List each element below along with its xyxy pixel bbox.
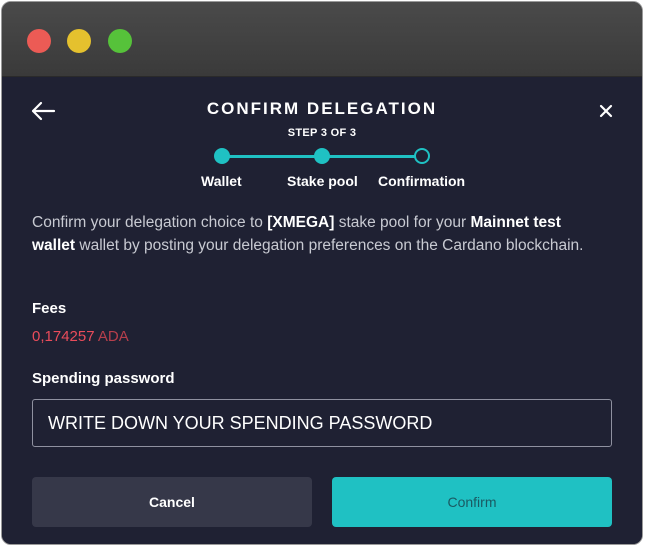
fees-unit: ADA <box>97 328 129 345</box>
close-button[interactable] <box>598 103 614 119</box>
dialog-title: CONFIRM DELEGATION <box>206 99 438 118</box>
description-text: wallet by posting your delegation prefer… <box>75 237 584 254</box>
description-text: Confirm your delegation choice to <box>32 214 268 231</box>
spending-password-label: Spending password <box>32 370 175 387</box>
step-indicator-text: STEP 3 OF 3 <box>287 127 357 139</box>
app-window: CONFIRM DELEGATION STEP 3 OF 3 Wallet St… <box>1 1 643 545</box>
delegation-description: Confirm your delegation choice to [XMEGA… <box>32 211 607 257</box>
window-maximize-button[interactable] <box>108 29 132 53</box>
close-icon <box>599 104 613 118</box>
fees-value: 0,174257 ADA <box>32 328 129 345</box>
cancel-button[interactable]: Cancel <box>32 477 312 527</box>
progress-stepper <box>212 147 434 167</box>
description-text: stake pool for your <box>334 214 471 231</box>
pool-ticker: [XMEGA] <box>267 214 335 231</box>
delegation-dialog: CONFIRM DELEGATION STEP 3 OF 3 Wallet St… <box>2 77 642 544</box>
step-dot-wallet <box>214 148 230 164</box>
step-label-stake-pool: Stake pool <box>287 173 358 189</box>
fees-label: Fees <box>32 300 67 317</box>
step-dot-stake-pool <box>314 148 330 164</box>
window-minimize-button[interactable] <box>67 29 91 53</box>
fees-amount: 0,174257 <box>32 328 95 345</box>
title-bar <box>2 2 642 77</box>
confirm-button[interactable]: Confirm <box>332 477 612 527</box>
step-label-wallet: Wallet <box>201 173 242 189</box>
step-dot-confirmation <box>414 148 430 164</box>
step-label-confirmation: Confirmation <box>378 173 466 189</box>
spending-password-input[interactable] <box>32 399 612 447</box>
window-close-button[interactable] <box>27 29 51 53</box>
